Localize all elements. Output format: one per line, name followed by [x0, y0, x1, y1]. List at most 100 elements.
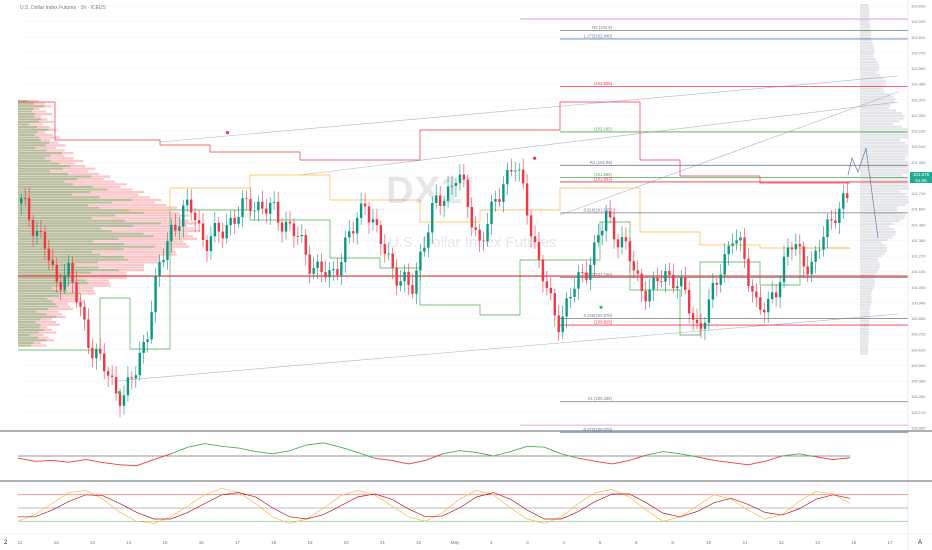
last-price-badge[interactable]: 101.675 51:25 [910, 172, 932, 183]
candle-body [320, 261, 323, 273]
time-tick-label: 9 [671, 540, 674, 545]
right-volume-bar [860, 249, 887, 252]
right-volume-bar [860, 206, 898, 209]
candle-body [838, 208, 841, 224]
candle-body [383, 244, 387, 254]
chart-canvas[interactable]: R2 (102.9) 1.272(102.840) (102.505) (102.18… [0, 0, 932, 550]
right-volume-bar [860, 125, 903, 128]
candle-body [31, 219, 35, 236]
price-axis[interactable]: 103.030 102.920 102.810 102.700 102.590 102.4… [907, 0, 932, 550]
volume-bar-buy [18, 334, 30, 337]
rsi-segment [663, 451, 681, 455]
volume-bar-buy [18, 287, 53, 290]
candle-body [826, 219, 829, 238]
candle-body [138, 352, 141, 376]
rsi-segment [782, 453, 800, 457]
candle-body [490, 201, 493, 225]
candle-body [814, 250, 817, 262]
candle-body [261, 201, 264, 209]
candle-body [304, 235, 307, 255]
time-tick-label: 13 [815, 540, 821, 545]
price-tick-label: 102.810 [911, 35, 926, 40]
volume-bar-buy [18, 336, 39, 339]
candle-body [545, 281, 549, 288]
candle-body [150, 312, 153, 340]
candle-body [565, 298, 568, 317]
right-volume-bar [860, 114, 905, 117]
candle-body [75, 282, 78, 303]
candle-body [798, 244, 802, 247]
candle-body [217, 222, 221, 232]
rsi-segment [815, 456, 834, 460]
candle-body [774, 292, 778, 298]
candle-body [620, 237, 624, 248]
volume-bar-buy [18, 113, 35, 116]
right-volume-bar [860, 338, 869, 342]
candle-body [770, 292, 774, 299]
candle-body [569, 296, 572, 299]
right-volume-bar [860, 22, 870, 26]
channel-line [114, 313, 899, 382]
candle-body [114, 376, 118, 394]
candle-body [269, 202, 272, 214]
candle-body [197, 220, 201, 224]
volume-bar-buy [18, 175, 92, 178]
right-volume-bar [860, 93, 890, 96]
volume-bar-buy [18, 193, 73, 196]
volume-bar-buy [18, 271, 91, 274]
time-axis[interactable]: 11 12 13 14 15 16 17 18 19 20 21 22 May 2 3 4 5 6 9 10 11 12 1… [0, 533, 932, 545]
candle-body [193, 212, 197, 221]
candle-body [715, 282, 719, 285]
candle-body [687, 289, 691, 314]
candle-body [403, 271, 406, 282]
right-volume-bar [860, 325, 869, 328]
candle-body [363, 203, 367, 207]
right-volume-bar [860, 298, 872, 301]
candle-body [375, 219, 379, 226]
candle-body [233, 217, 236, 224]
time-tick-label: 14 [126, 540, 132, 545]
time-tick-label: 13 [90, 540, 96, 545]
candle-body [593, 242, 596, 265]
rsi-segment [578, 457, 596, 462]
candle-body [731, 243, 734, 246]
rsi-segment [34, 459, 52, 462]
right-volume-bar [860, 333, 869, 336]
auto-scale-button[interactable]: A [918, 540, 922, 546]
rsi-segment [374, 457, 392, 461]
rsi-segment [221, 445, 239, 449]
fib-level-label: R1 (101.95) [590, 160, 613, 165]
right-volume-bar [860, 152, 916, 155]
candle-body [158, 262, 161, 277]
volume-bar-buy [18, 261, 98, 264]
candle-body [521, 169, 525, 184]
rsi-segment [170, 446, 188, 455]
pivot-marker [118, 390, 122, 395]
rsi-segment [798, 453, 817, 458]
candle-body [379, 225, 383, 245]
volume-bar-buy [18, 123, 30, 126]
candle-body [91, 347, 94, 359]
candle-body [213, 222, 217, 237]
candle-body [577, 272, 580, 289]
candle-body [47, 248, 51, 261]
volume-bar-buy [18, 222, 161, 225]
price-tick-label: 100.500 [911, 363, 926, 368]
candle-body [276, 202, 280, 223]
time-tick-label: 17 [235, 540, 241, 545]
candle-body [668, 271, 671, 275]
candle-body [549, 287, 553, 294]
right-volume-bar [860, 230, 897, 234]
candle-body [751, 285, 754, 292]
time-tick-label: 17 [887, 540, 893, 545]
right-volume-bar [860, 9, 870, 12]
right-volume-bar [860, 95, 894, 99]
candle-body [399, 281, 402, 286]
price-tick-label: 100.170 [911, 410, 926, 415]
candle-body [676, 286, 679, 289]
candle-body [608, 211, 612, 218]
pivot-marker [225, 131, 230, 135]
candle-body [284, 221, 288, 232]
volume-bar-buy [18, 250, 92, 253]
right-volume-bar [860, 309, 870, 312]
